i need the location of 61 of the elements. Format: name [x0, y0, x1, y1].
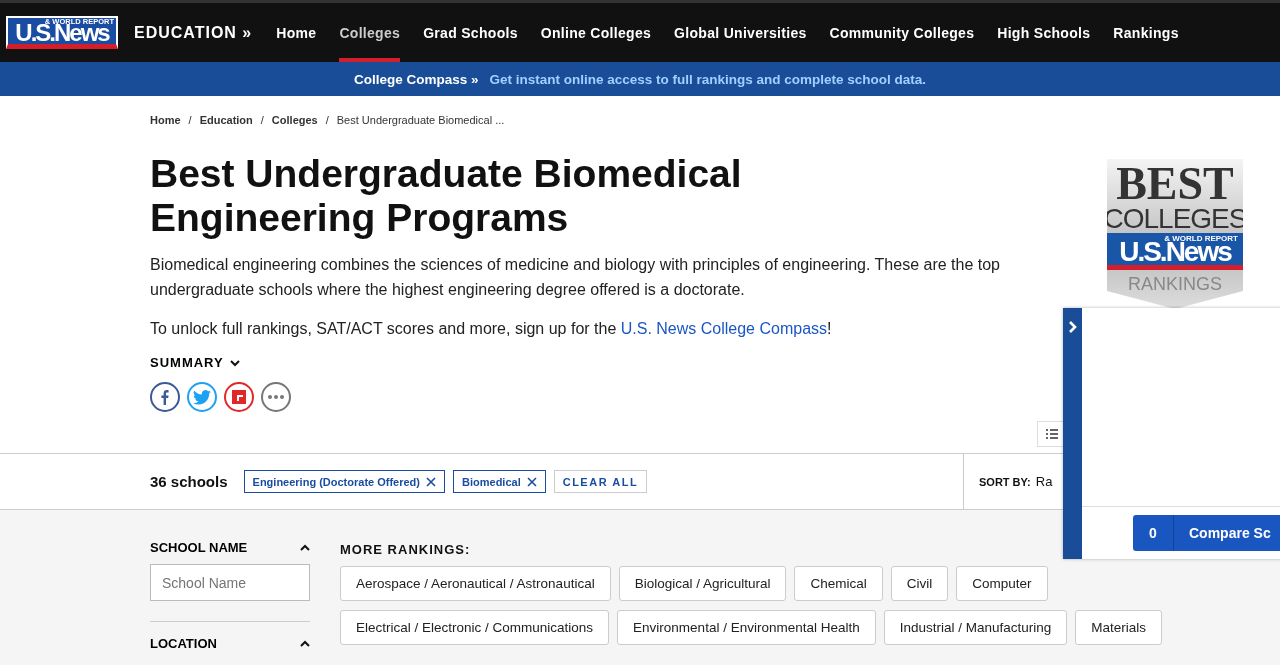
- ranking-link[interactable]: Electrical / Electronic / Communications: [340, 610, 610, 645]
- page-title: Best Undergraduate Biomedical Engineering Programs: [150, 152, 743, 240]
- results-count: 36 schools: [150, 473, 228, 490]
- sort-value[interactable]: Ra: [1035, 474, 1053, 489]
- summary-toggle[interactable]: SUMMARY: [150, 355, 241, 370]
- facebook-icon: [158, 389, 172, 405]
- ranking-link[interactable]: Computer: [956, 566, 1048, 601]
- ranking-link[interactable]: Civil: [890, 566, 949, 601]
- filter-chip[interactable]: Engineering (Doctorate Offered): [243, 470, 445, 493]
- ranking-link[interactable]: Environmental / Environmental Health: [617, 610, 876, 645]
- unlock-paragraph: To unlock full rankings, SAT/ACT scores and more, sign up for the U.S. News College Compass!: [150, 319, 833, 339]
- compare-count: 0: [1133, 515, 1174, 551]
- ranking-link[interactable]: Aerospace / Aeronautical / Astronautical: [340, 566, 611, 601]
- breadcrumb-link[interactable]: Home: [150, 114, 181, 126]
- ranking-link[interactable]: Biological / Agricultural: [618, 566, 787, 601]
- breadcrumb-link[interactable]: Education: [199, 114, 253, 126]
- filter-section-toggle[interactable]: LOCATION: [150, 636, 310, 651]
- section-link[interactable]: EDUCATION »: [134, 23, 253, 42]
- filter-chip[interactable]: Biomedical: [453, 470, 546, 493]
- breadcrumb-separator: /: [188, 114, 192, 126]
- chevron-icon: [1067, 320, 1078, 334]
- ranking-link[interactable]: Chemical: [794, 566, 883, 601]
- breadcrumb-current: Best Undergraduate Biomedical ...: [336, 114, 505, 126]
- sort-label: SORT BY:: [979, 475, 1031, 488]
- badge-tagline: & WORLD REPORT: [1164, 234, 1238, 243]
- more-icon: [268, 395, 284, 399]
- flipboard-icon: [232, 390, 246, 404]
- nav-link[interactable]: Community Colleges: [829, 3, 975, 62]
- chevron-icon: [300, 640, 310, 647]
- chevron-icon: [300, 544, 310, 551]
- clear-all-button[interactable]: CLEAR ALL: [553, 470, 648, 493]
- nav-link[interactable]: Home: [276, 3, 317, 62]
- badge-label: RANKINGS: [1128, 274, 1222, 295]
- bird-icon: [193, 389, 211, 405]
- nav-link[interactable]: Rankings: [1113, 3, 1179, 62]
- badge-title: BEST: [1116, 163, 1234, 205]
- list-icon: [1046, 429, 1058, 439]
- compare-button[interactable]: 0 Compare Sc: [1133, 515, 1280, 551]
- promo-link[interactable]: Get instant online access to full rankings and complete school data.: [489, 71, 927, 87]
- breadcrumb-link[interactable]: Colleges: [271, 114, 318, 126]
- share-button[interactable]: [224, 382, 254, 412]
- intro-paragraph: Biomedical engineering combines the sciences of medicine and biology with principles of engineering. These are the top undergraduate schools where the highest engineering degree offered is a doctorate.: [150, 255, 1001, 300]
- ranking-link[interactable]: Materials: [1075, 610, 1163, 645]
- badge-subtitle: COLLEGES: [1103, 205, 1247, 233]
- compare-label: Compare Sc: [1188, 525, 1271, 541]
- breadcrumb-separator: /: [325, 114, 329, 126]
- school-name-field[interactable]: School Name: [150, 564, 310, 601]
- nav-link[interactable]: Global Universities: [674, 3, 807, 62]
- more-share-button[interactable]: [261, 382, 291, 412]
- filter-section-toggle[interactable]: SCHOOL NAME: [150, 540, 310, 555]
- breadcrumb-separator: /: [260, 114, 264, 126]
- nav-link[interactable]: Online Colleges: [540, 3, 652, 62]
- share-button[interactable]: [150, 382, 180, 412]
- more-rankings-label: MORE RANKINGS:: [340, 542, 472, 557]
- ranking-link[interactable]: Industrial / Manufacturing: [883, 610, 1068, 645]
- close-icon: [426, 476, 436, 487]
- nav-link[interactable]: Grad Schools: [423, 3, 518, 62]
- share-button[interactable]: [187, 382, 217, 412]
- nav-link[interactable]: High Schools: [997, 3, 1091, 62]
- promo-title[interactable]: College Compass »: [353, 71, 479, 87]
- close-icon: [526, 476, 537, 487]
